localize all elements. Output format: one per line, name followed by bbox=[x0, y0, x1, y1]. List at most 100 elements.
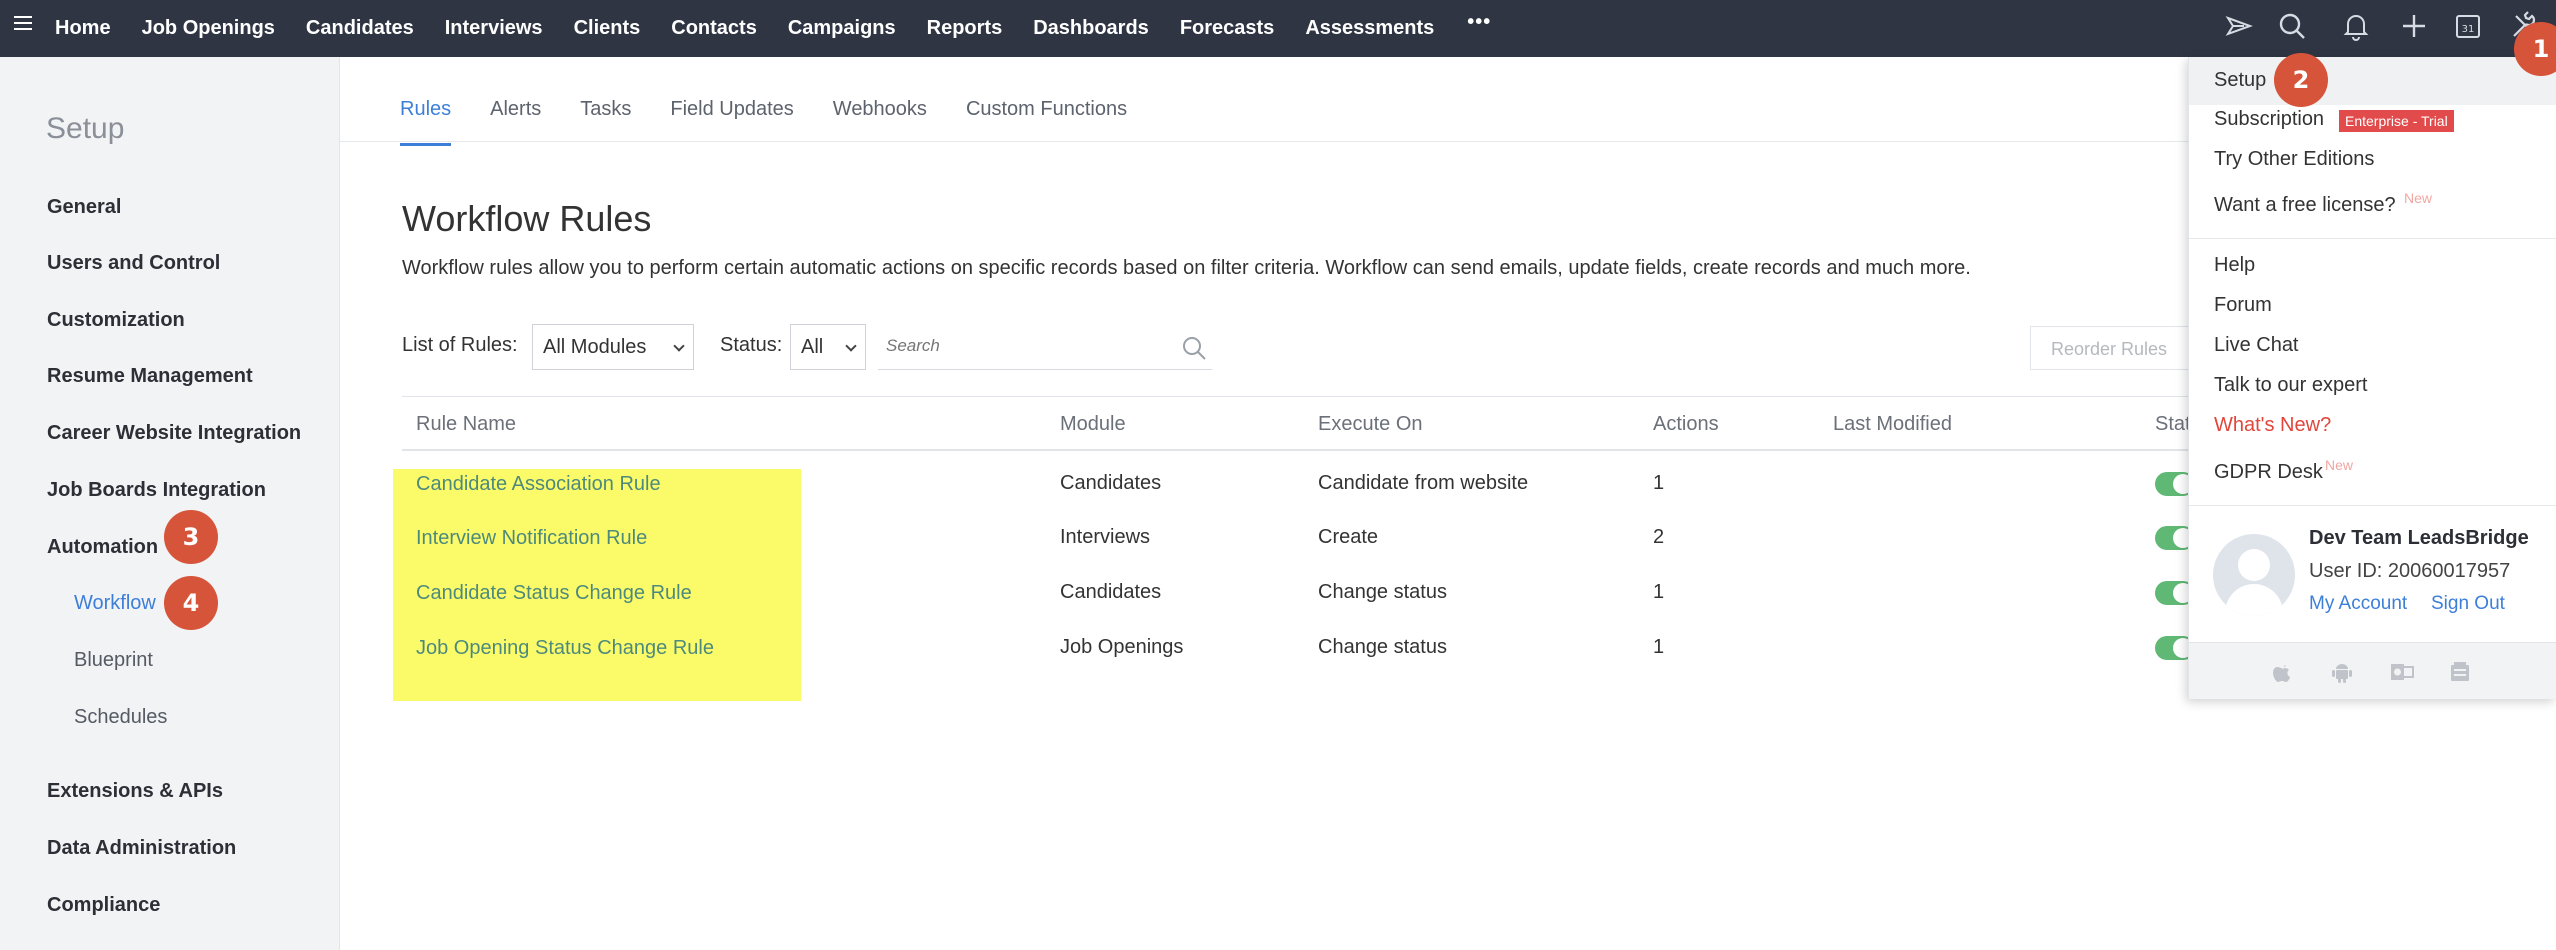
tab-rules[interactable]: Rules bbox=[400, 98, 452, 146]
sidebar-item-compliance[interactable]: Compliance bbox=[47, 894, 160, 917]
search-icon[interactable] bbox=[2276, 10, 2308, 42]
sidebar-item-general[interactable]: General bbox=[47, 196, 121, 219]
menu-item-talk-to-expert[interactable]: Talk to our expert bbox=[2214, 374, 2367, 397]
more-menu-icon[interactable]: ••• bbox=[1467, 11, 1491, 34]
my-account-link[interactable]: My Account bbox=[2309, 593, 2407, 615]
outlook-icon[interactable] bbox=[2389, 659, 2415, 685]
svg-text:31: 31 bbox=[2462, 24, 2475, 35]
menu-item-subscription[interactable]: Subscription bbox=[2214, 108, 2324, 131]
tab-custom-functions[interactable]: Custom Functions bbox=[966, 98, 1127, 146]
nav-job-openings[interactable]: Job Openings bbox=[142, 17, 275, 40]
subscription-badge: Enterprise - Trial bbox=[2339, 110, 2454, 132]
step-badge-3: 3 bbox=[164, 510, 218, 564]
column-header-last-modified[interactable]: Last Modified bbox=[1833, 413, 1952, 436]
tab-tasks[interactable]: Tasks bbox=[580, 98, 631, 146]
menu-item-help[interactable]: Help bbox=[2214, 254, 2255, 277]
page-title: Workflow Rules bbox=[402, 198, 652, 239]
menu-item-whats-new[interactable]: What's New? bbox=[2214, 414, 2331, 437]
bell-icon[interactable] bbox=[2340, 10, 2372, 42]
nav-clients[interactable]: Clients bbox=[574, 17, 641, 40]
page-description: Workflow rules allow you to perform cert… bbox=[402, 257, 1971, 279]
sign-out-link[interactable]: Sign Out bbox=[2431, 593, 2505, 615]
column-header-actions[interactable]: Actions bbox=[1653, 413, 1719, 436]
nav-assessments[interactable]: Assessments bbox=[1305, 17, 1434, 40]
rule-module: Candidates bbox=[1060, 472, 1162, 494]
user-name: Dev Team LeadsBridge bbox=[2309, 527, 2529, 549]
rule-actions-count: 1 bbox=[1653, 636, 1665, 658]
menu-icon[interactable] bbox=[14, 16, 32, 30]
rule-module: Candidates bbox=[1060, 581, 1162, 603]
step-badge-2: 2 bbox=[2274, 53, 2328, 107]
nav-interviews[interactable]: Interviews bbox=[445, 17, 543, 40]
rule-name-link[interactable]: Candidate Status Change Rule bbox=[416, 582, 692, 605]
apple-icon[interactable] bbox=[2269, 659, 2295, 685]
menu-item-try-other-editions[interactable]: Try Other Editions bbox=[2214, 148, 2374, 171]
office-icon[interactable] bbox=[2447, 659, 2473, 685]
column-header-status[interactable]: Status bbox=[2155, 413, 2190, 436]
nav-forecasts[interactable]: Forecasts bbox=[1180, 17, 1275, 40]
top-navigation-bar: Home Job Openings Candidates Interviews … bbox=[0, 0, 2556, 57]
menu-item-forum[interactable]: Forum bbox=[2214, 294, 2272, 317]
chevron-down-icon bbox=[845, 340, 857, 352]
android-icon[interactable] bbox=[2329, 659, 2355, 685]
sidebar-item-schedules[interactable]: Schedules bbox=[74, 706, 167, 729]
menu-item-setup[interactable]: Setup bbox=[2214, 69, 2266, 92]
sidebar-item-data-administration[interactable]: Data Administration bbox=[47, 837, 236, 860]
sidebar-item-automation[interactable]: Automation bbox=[47, 536, 158, 559]
menu-item-live-chat[interactable]: Live Chat bbox=[2214, 334, 2299, 357]
rule-execute-on: Create bbox=[1318, 526, 1379, 548]
sidebar-item-resume-management[interactable]: Resume Management bbox=[47, 365, 253, 388]
rule-actions-count: 1 bbox=[1653, 472, 1665, 494]
reorder-rules-button[interactable]: Reorder Rules bbox=[2030, 326, 2190, 370]
rule-execute-on: Candidate from website bbox=[1318, 472, 1529, 494]
column-header-execute-on[interactable]: Execute On bbox=[1318, 413, 1423, 436]
table-header-bottom-border bbox=[402, 449, 2190, 451]
column-header-module[interactable]: Module bbox=[1060, 413, 1126, 436]
module-select[interactable]: All Modules bbox=[532, 324, 694, 370]
search-icon[interactable] bbox=[1180, 334, 1208, 362]
chevron-down-icon bbox=[673, 340, 685, 352]
nav-campaigns[interactable]: Campaigns bbox=[788, 17, 896, 40]
nav-contacts[interactable]: Contacts bbox=[671, 17, 757, 40]
plus-icon[interactable] bbox=[2398, 10, 2430, 42]
sidebar-item-customization[interactable]: Customization bbox=[47, 309, 185, 332]
table-header-top-border bbox=[402, 396, 2190, 397]
sidebar-item-job-boards-integration[interactable]: Job Boards Integration bbox=[47, 479, 266, 502]
menu-divider bbox=[2189, 238, 2556, 239]
rule-name-link[interactable]: Job Opening Status Change Rule bbox=[416, 637, 714, 660]
tab-webhooks[interactable]: Webhooks bbox=[833, 98, 927, 146]
sidebar-item-users-and-control[interactable]: Users and Control bbox=[47, 252, 220, 275]
rule-name-link[interactable]: Candidate Association Rule bbox=[416, 473, 661, 496]
sidebar-item-blueprint[interactable]: Blueprint bbox=[74, 649, 153, 672]
list-of-rules-label: List of Rules: bbox=[402, 334, 518, 356]
calendar-icon[interactable]: 31 bbox=[2452, 10, 2484, 42]
menu-item-free-license[interactable]: Want a free license? bbox=[2214, 194, 2396, 217]
nav-candidates[interactable]: Candidates bbox=[306, 17, 414, 40]
avatar[interactable] bbox=[2213, 534, 2295, 616]
nav-dashboards[interactable]: Dashboards bbox=[1033, 17, 1149, 40]
rule-execute-on: Change status bbox=[1318, 581, 1447, 603]
workflow-tabs: Rules Alerts Tasks Field Updates Webhook… bbox=[400, 98, 1166, 146]
column-header-rule-name[interactable]: Rule Name bbox=[416, 413, 516, 436]
setup-sidebar: Setup General Users and Control Customiz… bbox=[0, 57, 340, 950]
menu-item-gdpr-desk[interactable]: GDPR Desk bbox=[2214, 461, 2323, 484]
rule-execute-on: Change status bbox=[1318, 636, 1447, 658]
rule-actions-count: 1 bbox=[1653, 581, 1665, 603]
rule-module: Interviews bbox=[1060, 526, 1151, 548]
search-input[interactable] bbox=[878, 324, 1158, 368]
menu-divider bbox=[2189, 505, 2556, 506]
status-select[interactable]: All bbox=[790, 324, 866, 370]
new-label: New bbox=[2404, 190, 2433, 206]
tab-field-updates[interactable]: Field Updates bbox=[670, 98, 793, 146]
feeds-icon[interactable] bbox=[2224, 10, 2256, 42]
nav-home[interactable]: Home bbox=[55, 17, 111, 40]
tab-alerts[interactable]: Alerts bbox=[490, 98, 541, 146]
sidebar-item-workflow[interactable]: Workflow bbox=[74, 592, 156, 615]
sidebar-item-career-website-integration[interactable]: Career Website Integration bbox=[47, 422, 301, 445]
rules-search bbox=[878, 324, 1212, 370]
nav-reports[interactable]: Reports bbox=[927, 17, 1003, 40]
rule-name-link[interactable]: Interview Notification Rule bbox=[416, 527, 647, 550]
user-id: User ID: 20060017957 bbox=[2309, 560, 2511, 582]
rule-module: Job Openings bbox=[1060, 636, 1184, 658]
sidebar-item-extensions-apis[interactable]: Extensions & APIs bbox=[47, 780, 223, 803]
